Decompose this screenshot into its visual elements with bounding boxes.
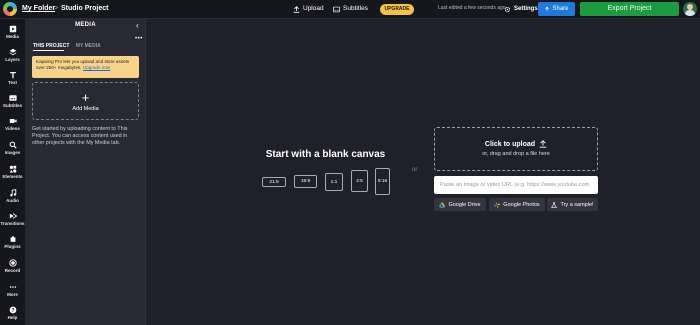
sidebar-item-text[interactable]: Text	[0, 71, 25, 86]
google-photos-icon	[494, 201, 501, 208]
ratio-21-9-button[interactable]: 21:9	[262, 177, 286, 187]
sidebar-item-audio[interactable]: Audio	[0, 189, 25, 204]
blank-canvas-title: Start with a blank canvas	[265, 149, 386, 160]
text-icon	[9, 71, 16, 79]
media-icon	[9, 25, 16, 33]
tab-this-project[interactable]: THIS PROJECT	[33, 43, 69, 49]
project-title[interactable]: Studio Project	[61, 4, 108, 14]
sidebar-item-label: Transitions	[0, 221, 25, 226]
subtitles-label: Subtitles	[343, 5, 368, 12]
ratio-1-1-button[interactable]: 1:1	[325, 173, 343, 191]
sidebar-item-subtitles[interactable]: Subtitles	[0, 94, 25, 109]
last-edited-status: Last edited a few seconds ago	[438, 5, 506, 11]
google-drive-icon	[439, 202, 446, 208]
add-media-label: Add Media	[72, 106, 99, 112]
sidebar-item-label: More	[7, 292, 18, 297]
click-to-upload-label: Click to upload	[484, 140, 536, 148]
sidebar-item-images[interactable]: Images	[0, 141, 25, 156]
media-url-input[interactable]	[434, 176, 598, 194]
more-dots-icon	[9, 286, 16, 288]
sidebar-item-label: Layers	[5, 57, 20, 62]
sidebar-item-label: Images	[4, 150, 21, 155]
google-photos-button[interactable]: Google Photos	[489, 198, 545, 211]
google-drive-label: Google Drive	[448, 201, 481, 208]
elements-icon	[9, 165, 16, 173]
try-sample-button[interactable]: Try a sample!	[547, 198, 598, 211]
media-help-text: Get started by uploading content to This…	[32, 126, 128, 146]
sidebar-item-media[interactable]: Media	[0, 25, 25, 40]
plus-icon: +	[81, 90, 90, 105]
settings-button[interactable]: Settings	[504, 4, 538, 14]
sidebar-item-label: Plugins	[4, 244, 21, 249]
sidebar-item-label: Videos	[5, 126, 20, 131]
upload-dropzone[interactable]: Click to upload or, drag and drop a file…	[434, 127, 598, 171]
subtitles-button[interactable]: Subtitles	[333, 4, 368, 14]
add-media-button[interactable]: + Add Media	[32, 82, 139, 120]
sidebar-item-label: Text	[8, 80, 17, 85]
sidebar-item-label: Record	[4, 268, 21, 273]
pro-upsell-banner: Kapwing Pro lets you upload and store as…	[32, 56, 139, 78]
ratio-16-9-button[interactable]: 16:9	[294, 175, 317, 188]
ratio-4-5-button[interactable]: 4:5	[351, 170, 368, 192]
sidebar-item-label: Elements	[2, 174, 23, 179]
share-icon	[545, 6, 550, 11]
google-drive-button[interactable]: Google Drive	[434, 198, 486, 211]
sample-icon	[551, 201, 558, 208]
record-icon	[8, 259, 17, 267]
subtitles-icon	[333, 6, 340, 12]
active-tab-underline	[33, 50, 64, 51]
share-button[interactable]: Share	[538, 2, 575, 16]
drag-drop-hint: or, drag and drop a file here	[482, 151, 550, 157]
settings-label: Settings	[514, 6, 538, 12]
or-divider: or	[412, 167, 418, 173]
ratio-9-16-button[interactable]: 9:16	[375, 168, 390, 195]
kapwing-logo-icon[interactable]	[3, 2, 17, 16]
transitions-icon	[9, 213, 17, 219]
sidebar-item-transitions[interactable]: Transitions	[0, 212, 25, 227]
breadcrumb-folder[interactable]: My Folder	[22, 4, 55, 14]
upload-icon	[539, 140, 547, 148]
user-avatar[interactable]	[683, 2, 697, 16]
sidebar-item-more[interactable]: More	[0, 283, 25, 298]
search-icon	[9, 141, 17, 149]
upgrade-button[interactable]: UPGRADE	[380, 4, 414, 15]
sidebar-item-help[interactable]: ? Help	[0, 306, 25, 321]
svg-text:?: ?	[11, 308, 14, 314]
google-photos-label: Google Photos	[503, 201, 540, 208]
help-icon: ?	[9, 306, 16, 314]
gear-icon	[504, 6, 511, 12]
top-bar: My Folder > Studio Project Upload Subtit…	[0, 0, 700, 19]
sidebar-item-label: Media	[6, 34, 19, 39]
sidebar-item-label: Audio	[6, 198, 19, 203]
sidebar-item-elements[interactable]: Elements	[0, 165, 25, 180]
collapse-panel-chevron-icon[interactable]: ‹	[136, 22, 139, 30]
left-sidebar: Media Layers Text Subtitles Videos Image…	[0, 19, 25, 325]
media-panel: MEDIA ‹ ••• THIS PROJECT MY MEDIA Kapwin…	[25, 19, 146, 325]
sidebar-item-record[interactable]: Record	[0, 259, 25, 274]
share-label: Share	[552, 6, 569, 12]
subtitles-icon	[8, 95, 17, 101]
sidebar-item-label: Subtitles	[2, 103, 22, 108]
music-note-icon	[9, 189, 16, 197]
export-project-button[interactable]: Export Project	[580, 2, 679, 16]
sidebar-item-label: Help	[7, 315, 18, 320]
try-sample-label: Try a sample!	[560, 201, 594, 208]
sidebar-item-layers[interactable]: Layers	[0, 48, 25, 63]
tab-my-media[interactable]: MY MEDIA	[76, 43, 101, 49]
videos-icon	[9, 119, 17, 123]
plugins-icon	[10, 236, 15, 242]
media-tabs: THIS PROJECT MY MEDIA	[33, 43, 106, 49]
panel-title: MEDIA	[75, 22, 96, 28]
upload-button[interactable]: Upload	[293, 4, 324, 14]
breadcrumb-separator: >	[54, 5, 59, 12]
upload-icon	[293, 5, 300, 13]
layers-icon	[9, 48, 16, 56]
upload-label: Upload	[303, 5, 324, 12]
sidebar-item-plugins[interactable]: Plugins	[0, 235, 25, 250]
panel-more-options-icon[interactable]: •••	[135, 36, 143, 42]
sidebar-item-videos[interactable]: Videos	[0, 117, 25, 132]
upgrade-now-link[interactable]: Upgrade now	[83, 65, 110, 70]
